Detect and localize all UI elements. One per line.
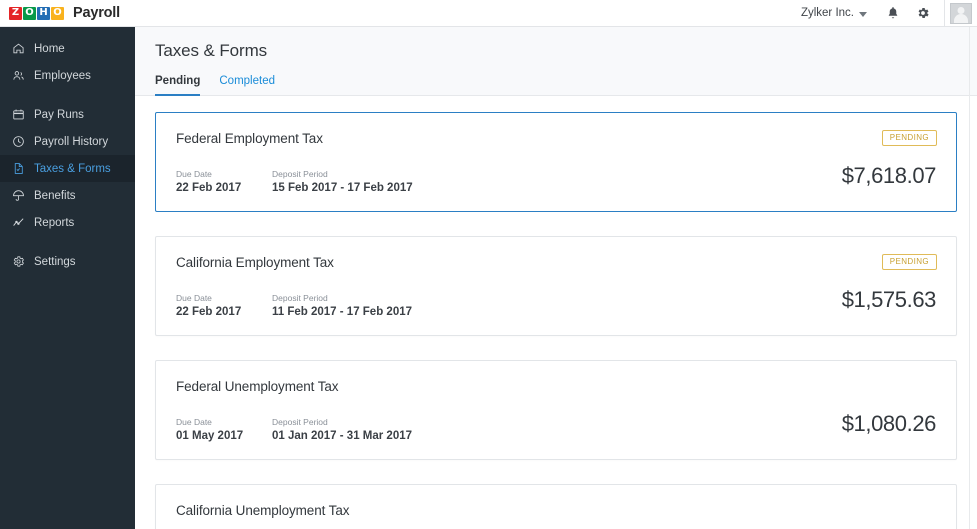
umbrella-icon	[11, 189, 25, 203]
due-date-label: Due Date	[176, 293, 212, 303]
settings-button[interactable]	[908, 0, 938, 27]
tax-card-list: Federal Employment Tax PENDING Due Date …	[135, 96, 977, 529]
sidebar-divider	[0, 89, 135, 101]
sidebar-item-payroll-history[interactable]: Payroll History	[0, 128, 135, 155]
sidebar-item-settings[interactable]: Settings	[0, 248, 135, 275]
top-bar-actions: Zylker Inc.	[790, 0, 977, 27]
due-date-block: Due Date 22 Feb 2017	[176, 169, 250, 194]
tax-card[interactable]: California Employment Tax PENDING Due Da…	[155, 236, 957, 336]
sidebar-item-label: Employees	[34, 69, 91, 82]
deposit-period-value: 01 Jan 2017 - 31 Mar 2017	[272, 430, 413, 442]
sidebar-item-label: Benefits	[34, 189, 76, 202]
bell-icon	[886, 6, 900, 20]
due-date-block: Due Date 01 May 2017	[176, 417, 250, 442]
due-date-label: Due Date	[176, 169, 212, 179]
tab-pending[interactable]: Pending	[155, 75, 201, 96]
main-content: Taxes & Forms Pending Completed Federal …	[135, 27, 977, 529]
tax-card[interactable]: California Unemployment Tax	[155, 484, 957, 529]
tax-card-title: Federal Employment Tax	[176, 131, 323, 146]
header-right-edge	[969, 54, 970, 129]
zoho-logo-icon: Z O H O	[9, 6, 64, 20]
app-body: Home Employees Pay Runs Payroll History …	[0, 27, 977, 529]
sidebar-item-employees[interactable]: Employees	[0, 62, 135, 89]
deposit-period-label: Deposit Period	[272, 293, 328, 303]
page-header: Taxes & Forms Pending Completed	[135, 27, 977, 96]
sidebar-item-label: Taxes & Forms	[34, 162, 111, 175]
org-switcher[interactable]: Zylker Inc.	[790, 7, 878, 19]
due-date-block: Due Date 22 Feb 2017	[176, 293, 250, 318]
document-icon	[11, 162, 25, 176]
deposit-period-value: 11 Feb 2017 - 17 Feb 2017	[272, 306, 413, 318]
sidebar-item-pay-runs[interactable]: Pay Runs	[0, 101, 135, 128]
home-icon	[11, 42, 25, 56]
deposit-period-label: Deposit Period	[272, 169, 328, 179]
logo-letter-o2: O	[51, 6, 64, 20]
tax-card[interactable]: Federal Unemployment Tax Due Date 01 May…	[155, 360, 957, 460]
tax-amount: $1,080.26	[841, 411, 937, 436]
sidebar-item-taxes-and-forms[interactable]: Taxes & Forms	[0, 155, 135, 182]
user-menu[interactable]	[944, 0, 977, 27]
tax-card-meta: Due Date 22 Feb 2017 Deposit Period 15 F…	[176, 169, 937, 194]
sidebar-item-label: Reports	[34, 216, 75, 229]
sidebar-item-label: Settings	[34, 255, 76, 268]
product-name: Payroll	[73, 5, 120, 21]
due-date-value: 22 Feb 2017	[176, 306, 242, 318]
status-badge: PENDING	[881, 130, 937, 146]
tab-completed[interactable]: Completed	[219, 75, 275, 96]
due-date-value: 01 May 2017	[176, 430, 244, 442]
logo-letter-o1: O	[23, 6, 36, 20]
sidebar-divider-2	[0, 236, 135, 248]
sidebar-item-label: Home	[34, 42, 65, 55]
gear-icon	[11, 255, 25, 269]
tax-card-title: Federal Unemployment Tax	[176, 379, 339, 394]
tax-amount: $7,618.07	[841, 163, 937, 188]
sidebar-item-label: Payroll History	[34, 135, 109, 148]
deposit-period-label: Deposit Period	[272, 417, 328, 427]
clock-icon	[11, 135, 25, 149]
chevron-down-icon	[859, 11, 867, 17]
tax-card-meta: Due Date 22 Feb 2017 Deposit Period 11 F…	[176, 293, 937, 318]
tab-bar: Pending Completed	[155, 74, 977, 96]
logo-letter-z: Z	[9, 6, 22, 20]
deposit-period-block: Deposit Period 11 Feb 2017 - 17 Feb 2017	[272, 293, 412, 318]
due-date-value: 22 Feb 2017	[176, 182, 242, 194]
sidebar-item-reports[interactable]: Reports	[0, 209, 135, 236]
notifications-button[interactable]	[878, 0, 908, 27]
deposit-period-value: 15 Feb 2017 - 17 Feb 2017	[272, 182, 413, 194]
sidebar-item-benefits[interactable]: Benefits	[0, 182, 135, 209]
tax-card[interactable]: Federal Employment Tax PENDING Due Date …	[155, 112, 957, 212]
app-window: Z O H O Payroll Zylker Inc. Home Employe…	[0, 0, 977, 529]
tax-card-title: California Employment Tax	[176, 255, 334, 270]
gear-icon	[916, 6, 930, 20]
brand-logo[interactable]: Z O H O Payroll	[9, 5, 120, 21]
due-date-label: Due Date	[176, 417, 212, 427]
tax-amount: $1,575.63	[841, 287, 937, 312]
tax-card-meta: Due Date 01 May 2017 Deposit Period 01 J…	[176, 417, 937, 442]
people-icon	[11, 69, 25, 83]
sidebar-item-label: Pay Runs	[34, 108, 84, 121]
deposit-period-block: Deposit Period 01 Jan 2017 - 31 Mar 2017	[272, 417, 412, 442]
status-badge: PENDING	[881, 254, 937, 270]
tax-card-title: California Unemployment Tax	[176, 503, 350, 518]
top-bar: Z O H O Payroll Zylker Inc.	[0, 0, 977, 27]
avatar	[950, 2, 972, 24]
org-name: Zylker Inc.	[800, 7, 854, 19]
page-title: Taxes & Forms	[155, 41, 268, 60]
deposit-period-block: Deposit Period 15 Feb 2017 - 17 Feb 2017	[272, 169, 413, 194]
calendar-icon	[11, 108, 25, 122]
chart-line-icon	[11, 216, 25, 230]
sidebar-item-home[interactable]: Home	[0, 35, 135, 62]
logo-letter-h: H	[37, 6, 50, 20]
sidebar: Home Employees Pay Runs Payroll History …	[0, 27, 135, 529]
